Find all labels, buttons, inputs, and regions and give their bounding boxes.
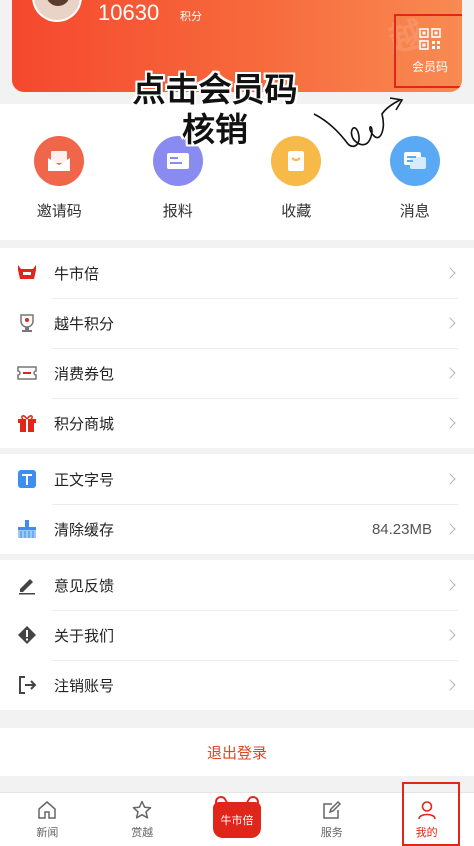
- menu-label: 清除缓存: [54, 520, 115, 539]
- member-code-button[interactable]: 会员码: [394, 14, 462, 88]
- tab-label: 新闻: [36, 825, 59, 839]
- tab-services[interactable]: 服务: [284, 793, 379, 846]
- menu-label: 牛市倍: [54, 264, 100, 283]
- menu-label: 意见反馈: [54, 576, 115, 595]
- font-size-icon: [16, 468, 38, 490]
- broom-icon: [16, 518, 38, 540]
- home-icon: [38, 800, 57, 819]
- gift-icon: [16, 412, 38, 434]
- quick-label: 邀请码: [36, 202, 82, 220]
- menu-group-account: 意见反馈 关于我们 注销账号: [0, 560, 474, 710]
- quick-label: 收藏: [281, 202, 312, 220]
- menu-item-points-mall[interactable]: 积分商城: [0, 398, 474, 448]
- bottom-tab-bar: 新闻 赏越 牛市倍 服务 我的: [0, 792, 474, 846]
- menu-item-yueniu-points[interactable]: 越牛积分: [0, 298, 474, 348]
- menu-item-font-size[interactable]: 正文字号: [0, 454, 474, 504]
- avatar[interactable]: [32, 0, 82, 22]
- bull-center-icon: 牛市倍: [212, 801, 261, 838]
- menu-label: 积分商城: [54, 414, 115, 433]
- tab-label: 我的: [415, 825, 438, 839]
- trophy-icon: [16, 312, 38, 334]
- tab-mine[interactable]: 我的: [379, 793, 474, 846]
- chevron-right-icon: [444, 523, 456, 535]
- menu-label: 关于我们: [54, 626, 115, 645]
- menu-item-clear-cache[interactable]: 清除缓存 84.23MB: [0, 504, 474, 554]
- annotation-scribble: [313, 97, 404, 148]
- tab-label: 赏越: [131, 825, 154, 839]
- menu-group-settings: 正文字号 清除缓存 84.23MB: [0, 454, 474, 554]
- coupon-icon: [16, 362, 38, 384]
- chevron-right-icon: [444, 417, 456, 429]
- tab-news[interactable]: 新闻: [0, 793, 95, 846]
- menu-group-rewards: 牛市倍 越牛积分 消费券包 积分商城: [0, 248, 474, 448]
- cache-size-value: 84.23MB: [371, 520, 432, 538]
- menu-label: 注销账号: [54, 676, 115, 695]
- user-icon: [417, 800, 436, 819]
- menu-item-feedback[interactable]: 意见反馈: [0, 560, 474, 610]
- chevron-right-icon: [444, 473, 456, 485]
- menu-item-coupon-wallet[interactable]: 消费券包: [0, 348, 474, 398]
- center-logo-text: 牛市倍: [220, 813, 254, 827]
- menu-item-about-us[interactable]: 关于我们: [0, 610, 474, 660]
- points-unit: 积分: [180, 10, 202, 23]
- points-value[interactable]: 10630: [98, 0, 159, 26]
- chevron-right-icon: [444, 579, 456, 591]
- member-code-label: 会员码: [411, 59, 448, 74]
- info-diamond-icon: [16, 624, 38, 646]
- envelope-icon: [34, 136, 85, 186]
- menu-label: 越牛积分: [54, 314, 115, 333]
- chevron-right-icon: [444, 267, 456, 279]
- edit-icon: [323, 800, 341, 819]
- menu-label: 消费券包: [54, 364, 115, 383]
- annotation-line: 点击会员码: [132, 70, 298, 109]
- annotation-line: 核销: [182, 110, 248, 149]
- bull-logo-icon: [16, 262, 38, 284]
- chevron-right-icon: [444, 679, 456, 691]
- logout-icon: [16, 674, 38, 696]
- quick-label: 报料: [162, 202, 193, 220]
- tab-shangyue[interactable]: 赏越: [95, 793, 190, 846]
- chevron-right-icon: [444, 317, 456, 329]
- tab-label: 服务: [320, 825, 343, 839]
- tab-center-logo[interactable]: 牛市倍: [190, 793, 285, 846]
- menu-item-delete-account[interactable]: 注销账号: [0, 660, 474, 710]
- pencil-icon: [16, 574, 38, 596]
- menu-item-niushibei[interactable]: 牛市倍: [0, 248, 474, 298]
- chevron-right-icon: [444, 629, 456, 641]
- chevron-right-icon: [444, 367, 456, 379]
- menu-label: 正文字号: [54, 470, 115, 489]
- annotation-text: 点击会员码 核销: [100, 70, 330, 150]
- quick-label: 消息: [399, 202, 430, 220]
- qr-code-icon: [419, 27, 441, 50]
- logout-button[interactable]: 退出登录: [0, 728, 474, 776]
- star-icon: [132, 800, 152, 819]
